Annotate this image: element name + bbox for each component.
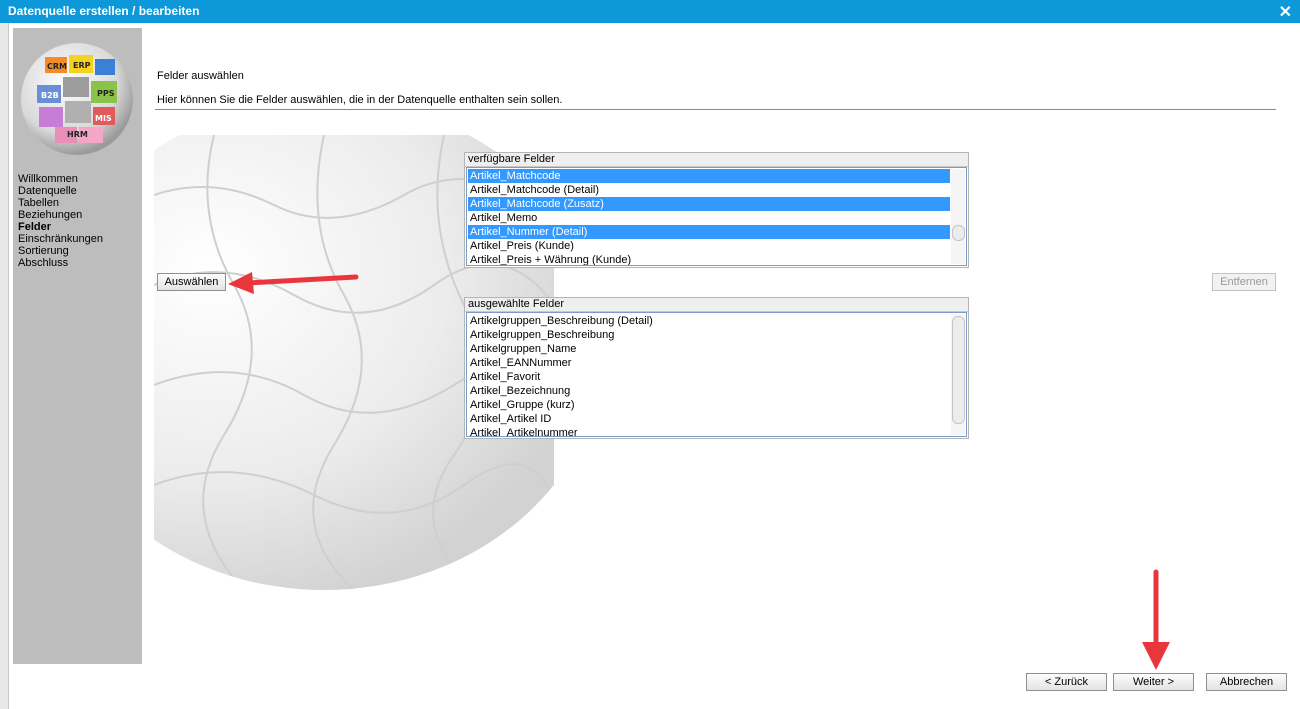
annotation-arrow-left-icon [228,272,359,294]
window-titlebar: Datenquelle erstellen / bearbeiten ✕ [0,0,1300,23]
cancel-button[interactable]: Abbrechen [1206,673,1287,691]
step-sortierung[interactable]: Sortierung [18,245,103,257]
selected-fields-scroll-thumb[interactable] [952,316,965,424]
logo-pps-label: PPS [97,89,115,98]
selected-field-item[interactable]: Artikelgruppen_Beschreibung (Detail) [468,314,950,328]
selected-field-item[interactable]: Artikel_Artikelnummer [468,426,950,436]
step-tabellen[interactable]: Tabellen [18,197,103,209]
wizard-sidebar: CRM ERP B2B PPS HRM MIS Willkommen Daten… [13,28,142,664]
step-datenquelle[interactable]: Datenquelle [18,185,103,197]
logo-hrm-label: HRM [67,130,88,139]
available-field-item[interactable]: Artikel_Matchcode [468,169,950,183]
step-abschluss[interactable]: Abschluss [18,257,103,269]
logo-erp-label: ERP [73,61,91,70]
back-button[interactable]: < Zurück [1026,673,1107,691]
select-button[interactable]: Auswählen [157,273,226,291]
logo-mis-label: MIS [95,114,112,123]
available-fields-header: verfügbare Felder [465,153,968,167]
window-title: Datenquelle erstellen / bearbeiten [8,4,200,18]
available-fields-list[interactable]: Artikel_Matchcode Artikel_Matchcode (Det… [466,167,967,266]
available-fields-rows: Artikel_Matchcode Artikel_Matchcode (Det… [468,169,950,265]
available-field-item[interactable]: Artikel_Matchcode (Zusatz) [468,197,950,211]
available-fields-scrollbar[interactable] [951,169,965,264]
logo-crm-label: CRM [47,62,67,71]
available-field-item[interactable]: Artikel_Preis + Währung (Kunde) [468,253,950,265]
selected-field-item[interactable]: Artikelgruppen_Name [468,342,950,356]
next-button[interactable]: Weiter > [1113,673,1194,691]
annotation-arrow-down-icon [1142,569,1170,670]
wizard-steps: Willkommen Datenquelle Tabellen Beziehun… [18,173,103,269]
step-einschraenkungen[interactable]: Einschränkungen [18,233,103,245]
available-fields-listbox: verfügbare Felder Artikel_Matchcode Arti… [464,152,969,268]
selected-fields-list[interactable]: Artikelgruppen_Beschreibung (Detail) Art… [466,312,967,437]
page-description: Hier können Sie die Felder auswählen, di… [157,94,563,106]
selected-fields-listbox: ausgewählte Felder Artikelgruppen_Beschr… [464,297,969,439]
available-field-item[interactable]: Artikel_Memo [468,211,950,225]
selected-field-item[interactable]: Artikel_Bezeichnung [468,384,950,398]
selected-field-item[interactable]: Artikel_Favorit [468,370,950,384]
selected-field-item[interactable]: Artikel_Artikel ID [468,412,950,426]
selected-fields-header: ausgewählte Felder [465,298,968,312]
step-beziehungen[interactable]: Beziehungen [18,209,103,221]
available-field-item[interactable]: Artikel_Matchcode (Detail) [468,183,950,197]
selected-field-item[interactable]: Artikelgruppen_Beschreibung [468,328,950,342]
title-divider [155,109,1276,110]
close-icon[interactable]: ✕ [1279,2,1292,22]
step-willkommen[interactable]: Willkommen [18,173,103,185]
available-field-item[interactable]: Artikel_Nummer (Detail) [468,225,950,239]
selected-field-item[interactable]: Artikel_Gruppe (kurz) [468,398,950,412]
selected-fields-scrollbar[interactable] [951,314,965,435]
selected-field-item[interactable]: Artikel_EANNummer [468,356,950,370]
window-left-edge [0,23,9,709]
step-felder[interactable]: Felder [18,221,103,233]
page-title: Felder auswählen [157,70,244,82]
available-fields-scroll-thumb[interactable] [952,225,965,241]
logo-b2b-label: B2B [41,91,59,100]
available-field-item[interactable]: Artikel_Preis (Kunde) [468,239,950,253]
remove-button[interactable]: Entfernen [1212,273,1276,291]
puzzle-globe-logo-icon: CRM ERP B2B PPS HRM MIS [21,43,133,155]
selected-fields-rows: Artikelgruppen_Beschreibung (Detail) Art… [468,314,950,436]
